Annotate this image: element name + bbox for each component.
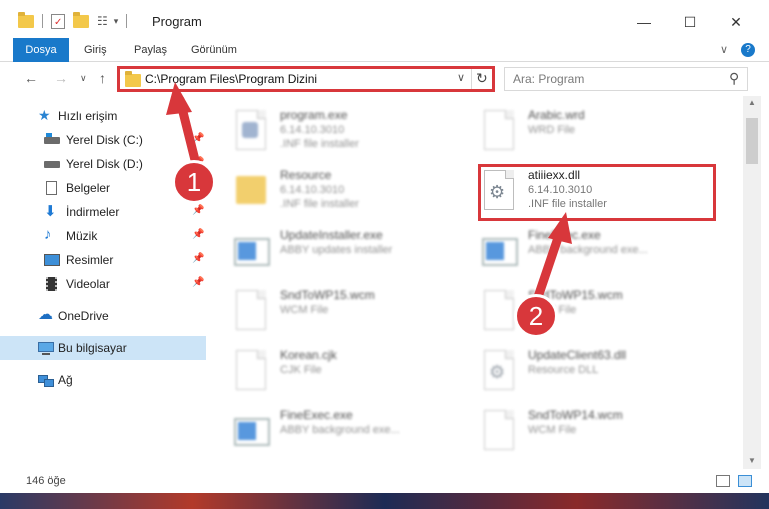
arrow-2 xyxy=(532,212,572,305)
step-2-badge: 2 xyxy=(514,294,558,338)
explorer-window: ✓ ☷ ▾ Program — ☐ ✕ Dosya Giriş Paylaş G… xyxy=(0,0,769,509)
annotation-arrows xyxy=(166,82,572,305)
arrow-1 xyxy=(166,82,202,173)
step-1-badge: 1 xyxy=(172,160,216,204)
